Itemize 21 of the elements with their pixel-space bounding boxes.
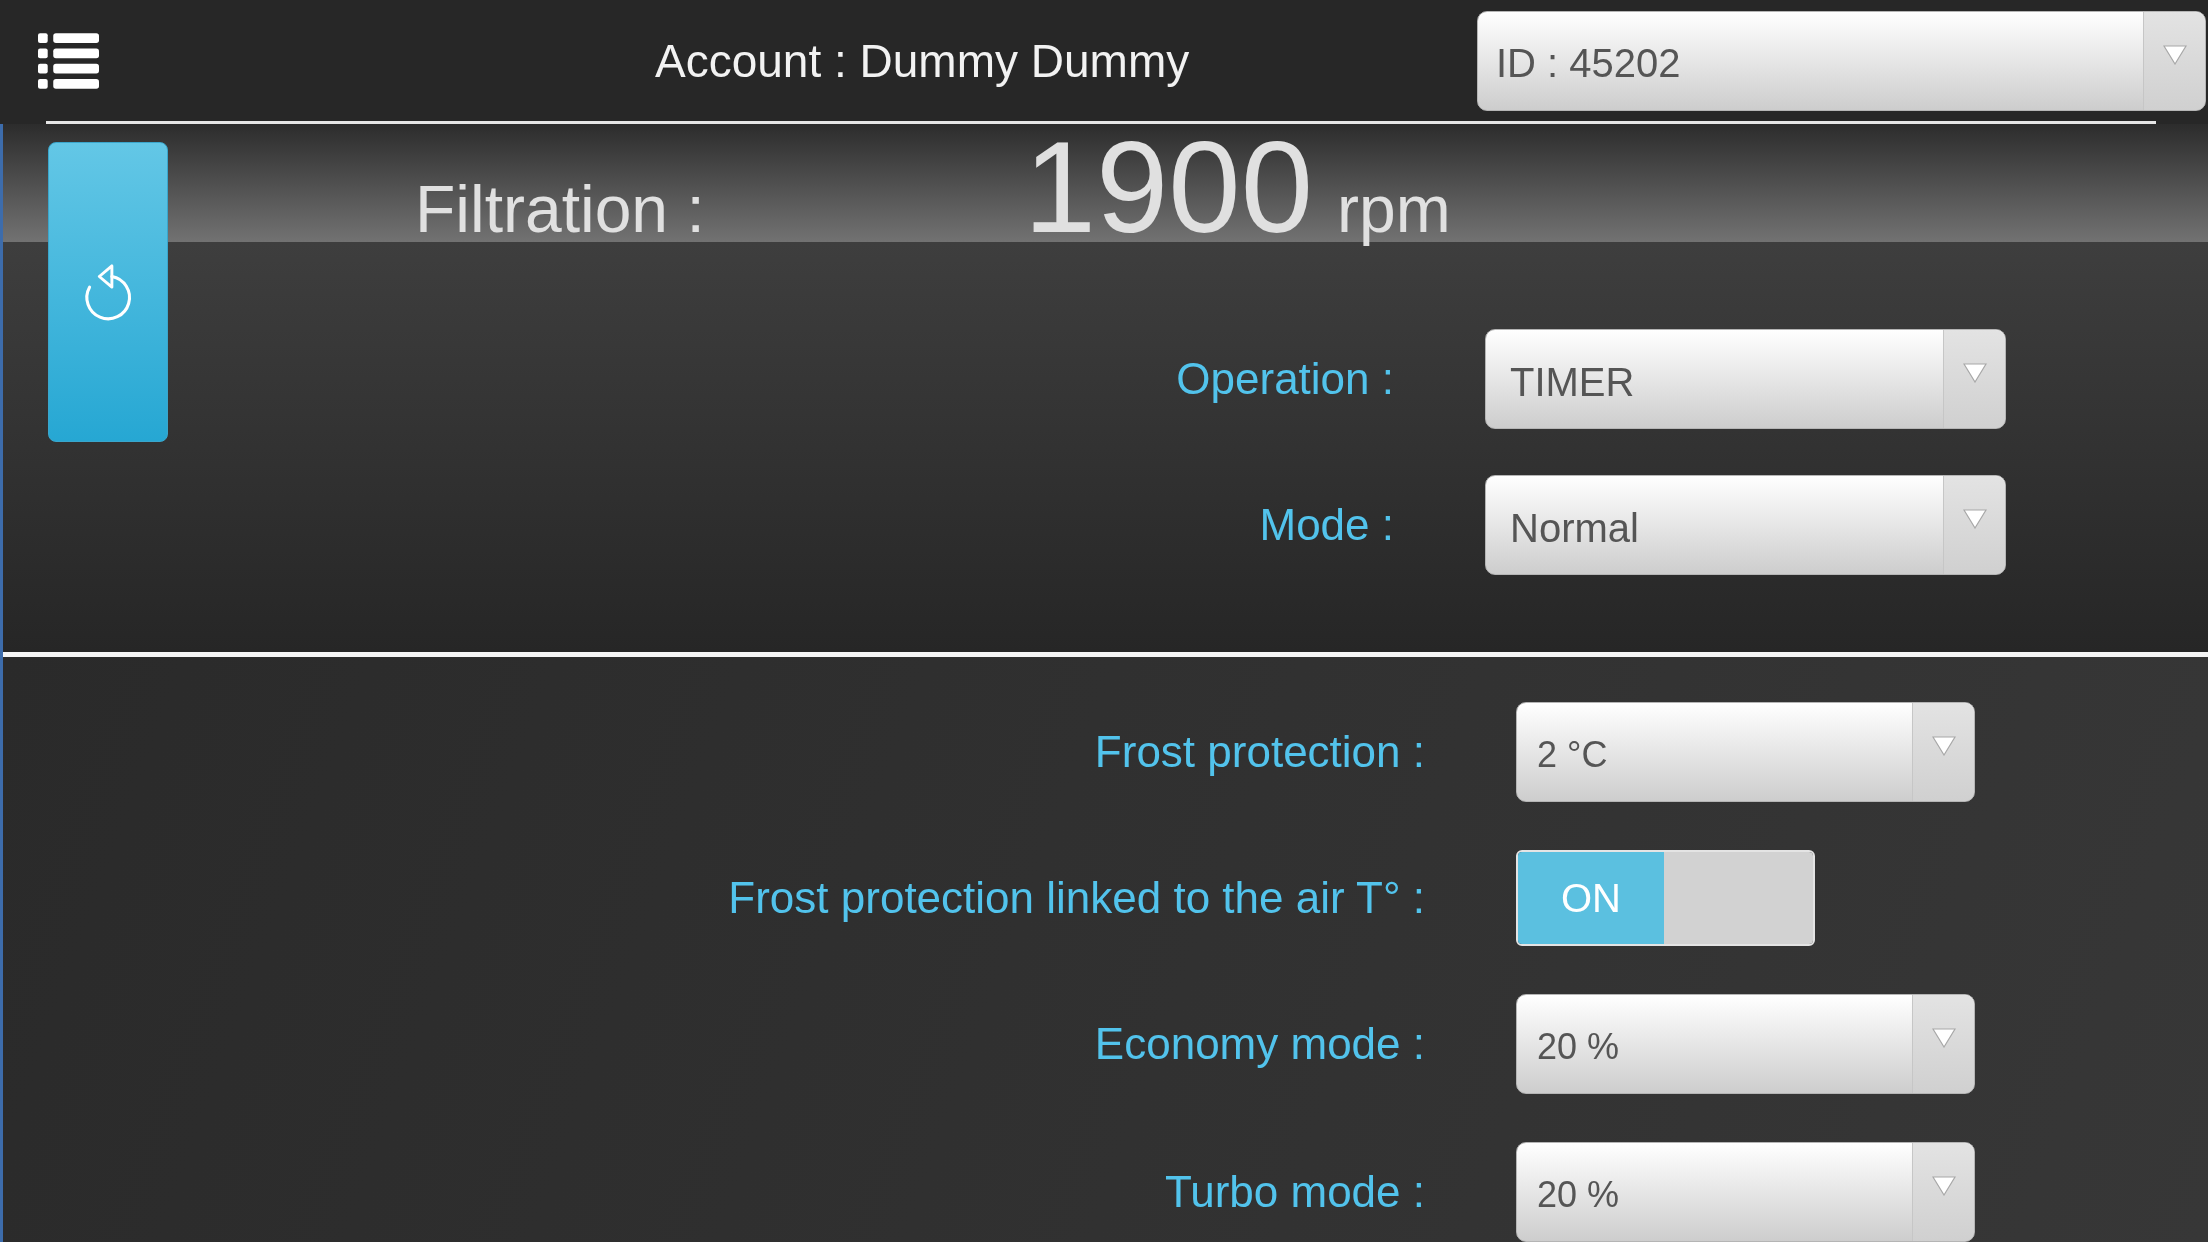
field-label: Turbo mode : (1164, 1170, 1425, 1214)
dropdown[interactable]: 2 °C (1516, 702, 1975, 802)
menu-icon[interactable] (38, 32, 99, 89)
dropdown[interactable]: Normal (1485, 475, 2006, 575)
caret-icon (2162, 44, 2187, 65)
field-label: Frost protection : (1094, 730, 1425, 774)
caret-icon (1962, 509, 1987, 529)
caret-icon (1962, 363, 1987, 383)
dropdown[interactable]: ID : 45202 (1477, 10, 2206, 111)
filtration-label: Filtration : (415, 176, 705, 242)
dropdown[interactable]: 20 % (1516, 994, 1975, 1094)
field-label: Economy mode : (1094, 1022, 1425, 1066)
filtration-value: 1900 (1023, 135, 1313, 239)
caret-icon (1931, 1028, 1956, 1048)
caret-icon (1931, 1176, 1956, 1196)
caret-icon (1931, 736, 1956, 756)
dropdown[interactable]: TIMER (1485, 329, 2006, 429)
field-label: Frost protection linked to the air T° : (728, 876, 1425, 920)
dropdown[interactable]: 20 % (1516, 1142, 1975, 1242)
field-label: Mode : (1259, 503, 1394, 547)
field-label: Operation : (1176, 357, 1394, 401)
